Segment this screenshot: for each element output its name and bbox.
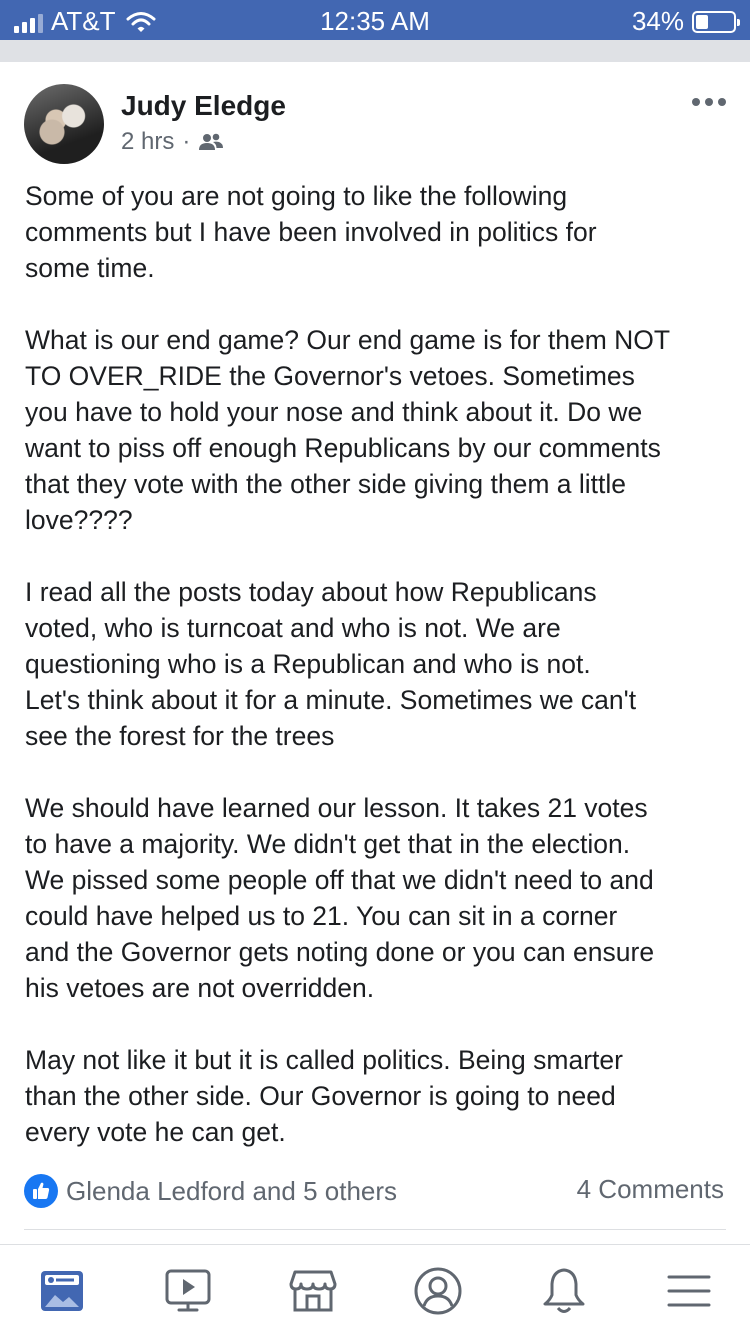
battery-percent: 34% [631,6,684,36]
feed-divider [0,40,750,62]
menu-icon [667,1275,711,1307]
tab-menu[interactable] [659,1263,719,1319]
post-paragraph: We should have learned our lesson. It ta… [25,793,655,1003]
tab-marketplace[interactable] [283,1263,343,1319]
more-options-button[interactable] [692,98,726,106]
meta-separator: · [182,128,191,155]
post-meta: 2 hrs · [121,128,224,156]
post-paragraph: I read all the posts today about how Rep… [25,577,637,751]
profile-icon [414,1267,462,1315]
watch-icon [165,1269,211,1312]
status-bar: AT&T 12:35 AM 34% [0,0,750,40]
marketplace-icon [289,1270,337,1312]
bottom-tab-bar [0,1245,750,1334]
post-time[interactable]: 2 hrs [121,128,174,156]
battery-fill [696,14,708,29]
more-dot-icon [692,98,700,106]
post-paragraph: Some of you are not going to like the fo… [25,181,597,283]
more-dot-icon [705,98,713,106]
tab-watch[interactable] [158,1263,218,1319]
tab-notifications[interactable] [534,1263,594,1319]
tab-profile[interactable] [408,1263,468,1319]
comments-count-link[interactable]: 4 Comments [577,1174,724,1205]
post-paragraph: May not like it but it is called politic… [25,1045,623,1147]
battery-icon [692,10,740,33]
news-feed-icon [41,1271,83,1311]
avatar[interactable] [24,84,104,164]
reactions-text: Glenda Ledford and 5 others [66,1175,398,1206]
post-divider [24,1229,726,1230]
friends-icon [199,133,224,150]
post-text: Some of you are not going to like the fo… [25,178,730,1186]
tab-news-feed[interactable] [32,1263,92,1319]
post-paragraph: What is our end game? Our end game is fo… [25,325,671,535]
more-dot-icon [718,98,726,106]
like-icon [24,1174,58,1208]
status-right: 34% [631,6,740,37]
notifications-icon [543,1268,585,1313]
author-name[interactable]: Judy Eledge [121,90,286,122]
reactions-summary[interactable]: Glenda Ledford and 5 others [24,1174,397,1208]
